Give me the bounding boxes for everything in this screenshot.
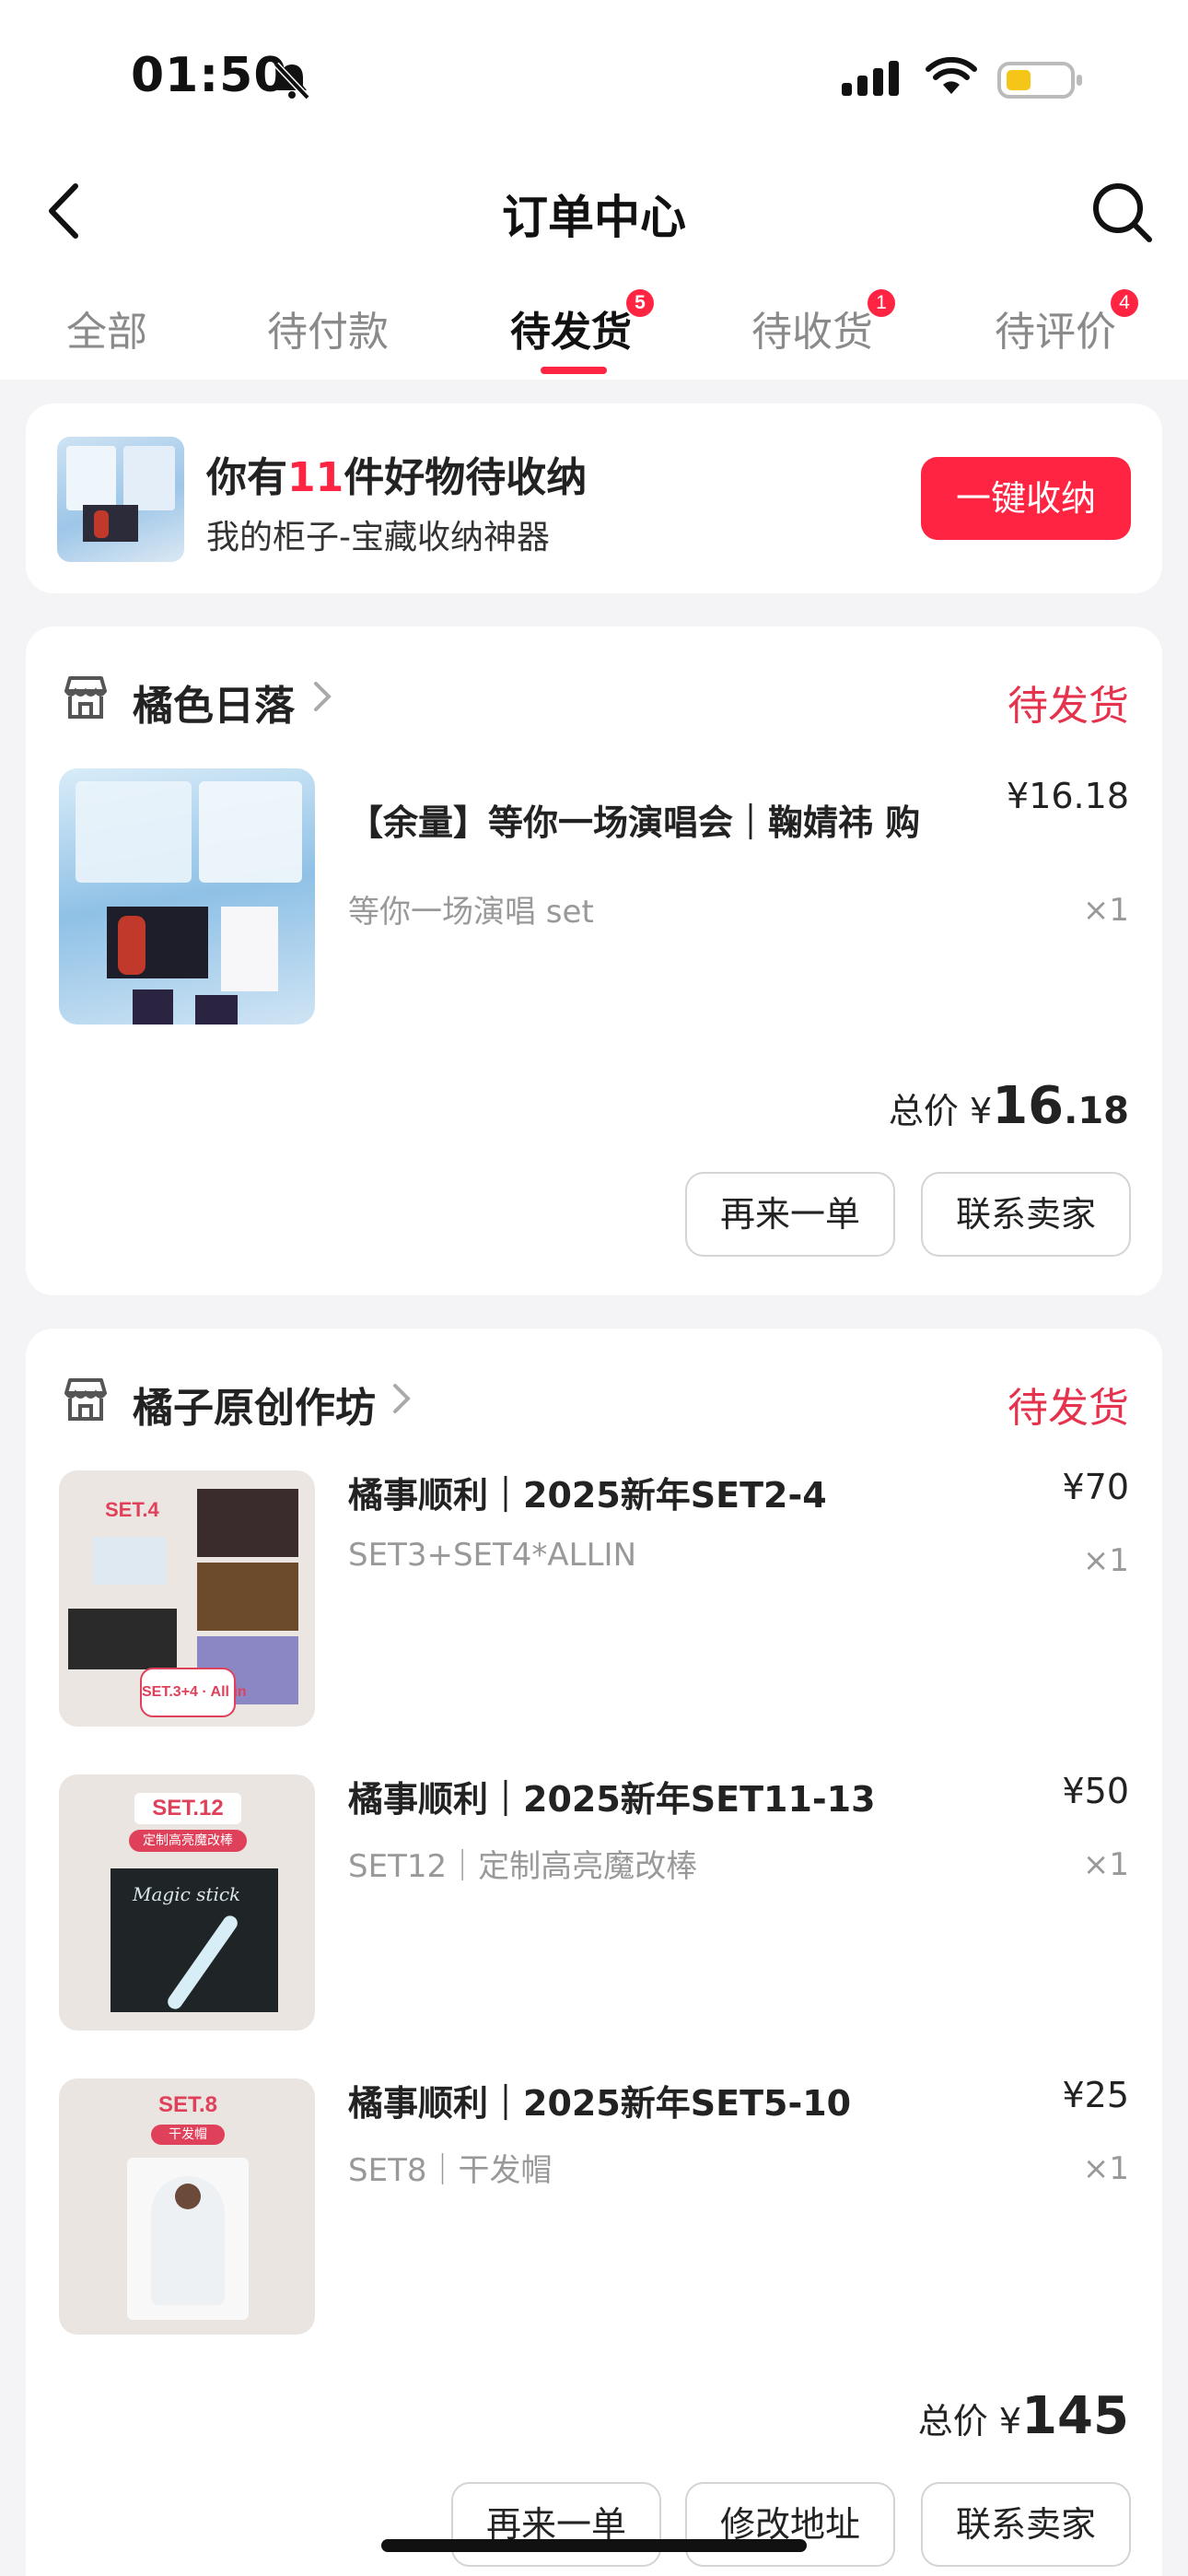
storage-promo-card[interactable]: 你有11件好物待收纳 我的柜子-宝藏收纳神器 一键收纳 — [26, 404, 1162, 593]
home-indicator — [381, 2539, 807, 2552]
signal-icon — [842, 61, 899, 96]
chevron-right-icon[interactable] — [311, 678, 333, 715]
item-spec: SET3+SET4*ALLIN — [348, 1537, 637, 1574]
item-price: ¥50 — [1062, 1771, 1129, 1811]
order-status: 待发货 — [1007, 1385, 1129, 1432]
promo-thumbnail — [57, 437, 184, 562]
item-quantity: ×1 — [1082, 1846, 1129, 1883]
tab-pending-review[interactable]: 待评价 4 — [995, 289, 1138, 357]
item-spec: 等你一场演唱 set — [348, 894, 594, 931]
tab-badge: 1 — [868, 289, 895, 317]
item-thumbnail[interactable] — [59, 768, 315, 1025]
item-title[interactable]: 橘事顺利｜2025新年SET5-10 — [348, 2075, 851, 2125]
order-card: 橘色日落 待发货 【余量】等你一场演唱会｜鞠婧祎 购 等你一场演唱 set ¥1… — [26, 626, 1162, 1295]
reorder-button[interactable]: 再来一单 — [685, 1172, 895, 1257]
shop-icon — [64, 676, 107, 719]
item-quantity: ×1 — [1082, 2150, 1129, 2187]
tab-badge: 5 — [626, 289, 654, 317]
item-title[interactable]: 橘事顺利｜2025新年SET2-4 — [348, 1467, 827, 1517]
item-price: ¥70 — [1062, 1467, 1129, 1507]
item-price: ¥25 — [1062, 2075, 1129, 2115]
order-tabs: 全部 待付款 待发货 5 待收货 1 待评价 4 — [0, 287, 1188, 380]
order-total: 总价 ¥16.18 — [888, 1076, 1129, 1136]
item-title[interactable]: 【余量】等你一场演唱会｜鞠婧祎 购 — [348, 794, 920, 845]
item-title[interactable]: 橘事顺利｜2025新年SET11-13 — [348, 1771, 876, 1821]
shop-icon — [64, 1378, 107, 1421]
item-thumbnail[interactable]: SET.12 定制高亮魔改棒 Magic stick — [59, 1774, 315, 2031]
shop-name[interactable]: 橘色日落 — [133, 673, 295, 732]
order-card: 橘子原创作坊 待发货 SET.4 SET.3+4 · All in 橘事顺利｜2… — [26, 1329, 1162, 2576]
active-tab-indicator — [541, 367, 607, 374]
status-time: 01:50 — [131, 48, 288, 103]
order-status: 待发货 — [1007, 683, 1129, 730]
search-icon[interactable] — [1090, 181, 1155, 245]
promo-subtitle: 我的柜子-宝藏收纳神器 — [206, 519, 550, 556]
tab-pending-shipment[interactable]: 待发货 5 — [510, 289, 654, 357]
wifi-icon — [926, 57, 977, 94]
item-thumbnail[interactable]: SET.8 干发帽 — [59, 2078, 315, 2335]
item-price: ¥16.18 — [1007, 776, 1129, 816]
contact-seller-button[interactable]: 联系卖家 — [921, 2482, 1131, 2567]
reorder-button[interactable]: 再来一单 — [451, 2482, 661, 2567]
bell-muted-icon — [274, 62, 310, 100]
tab-pending-payment[interactable]: 待付款 — [267, 299, 389, 357]
promo-title: 你有11件好物待收纳 — [206, 454, 588, 501]
item-spec: SET8｜干发帽 — [348, 2152, 553, 2189]
item-quantity: ×1 — [1082, 1542, 1129, 1579]
battery-icon — [997, 62, 1082, 99]
chevron-right-icon[interactable] — [390, 1380, 413, 1417]
tab-all[interactable]: 全部 — [66, 299, 147, 357]
page-title: 订单中心 — [502, 191, 686, 244]
item-quantity: ×1 — [1082, 892, 1129, 929]
order-total: 总价 ¥145 — [917, 2386, 1129, 2446]
tab-badge: 4 — [1111, 289, 1138, 317]
one-click-storage-button[interactable]: 一键收纳 — [921, 457, 1131, 540]
contact-seller-button[interactable]: 联系卖家 — [921, 1172, 1131, 1257]
item-spec: SET12｜定制高亮魔改棒 — [348, 1848, 698, 1885]
item-thumbnail[interactable]: SET.4 SET.3+4 · All in — [59, 1470, 315, 1727]
modify-address-button[interactable]: 修改地址 — [685, 2482, 895, 2567]
shop-name[interactable]: 橘子原创作坊 — [133, 1375, 376, 1434]
tab-pending-receipt[interactable]: 待收货 1 — [751, 289, 895, 357]
